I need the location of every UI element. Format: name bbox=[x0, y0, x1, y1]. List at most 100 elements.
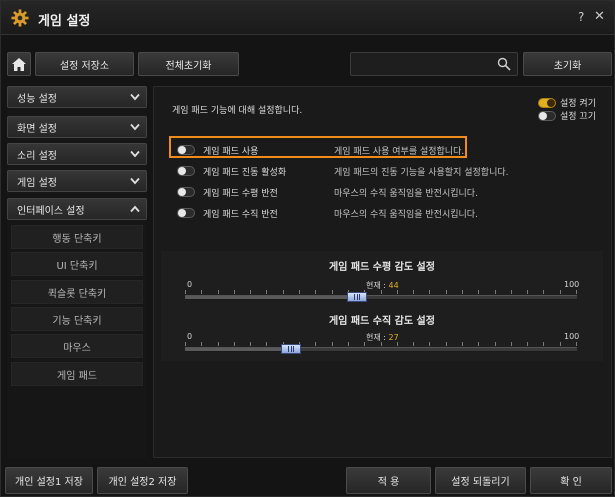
title-bar[interactable]: 게임 설정 ? ✕ bbox=[1, 1, 614, 35]
option-label: 게임 패드 수직 반전 bbox=[203, 210, 278, 220]
menu-label: 성능 설정 bbox=[17, 93, 57, 105]
slider-tick bbox=[381, 342, 382, 346]
slider-tick bbox=[250, 290, 251, 294]
slider-tick bbox=[397, 290, 398, 294]
slider-tick bbox=[462, 342, 463, 346]
slider-tick bbox=[332, 290, 333, 294]
slider-tick bbox=[299, 290, 300, 294]
sidebar: 성능 설정 화면 설정 소리 설정 게임 설정 인터페이스 설정 행동 단축키 … bbox=[7, 86, 147, 458]
slider-tick bbox=[560, 342, 561, 346]
slider-tick bbox=[543, 290, 544, 294]
track-fill bbox=[185, 348, 291, 351]
submenu-quickslot-hotkeys[interactable]: 퀵슬롯 단축키 bbox=[11, 280, 143, 304]
close-button[interactable]: ✕ bbox=[594, 9, 605, 24]
slider-tick bbox=[250, 342, 251, 346]
option-description: 마우스의 수직 움직임을 반전시킵니다. bbox=[334, 189, 478, 199]
settings-storage-button[interactable]: 설정 저장소 bbox=[35, 52, 134, 76]
slider-tick bbox=[348, 342, 349, 346]
menu-game[interactable]: 게임 설정 bbox=[7, 170, 147, 192]
submenu-ui-hotkeys[interactable]: UI 단축키 bbox=[11, 252, 143, 276]
current-label: 현재 : bbox=[366, 281, 389, 290]
chevron-up-icon bbox=[130, 205, 140, 213]
slider-tick bbox=[560, 290, 561, 294]
option-label: 게임 패드 진동 활성화 bbox=[203, 168, 287, 178]
slider-tick bbox=[381, 290, 382, 294]
gear-icon bbox=[11, 9, 29, 27]
confirm-button[interactable]: 확 인 bbox=[530, 467, 612, 494]
slider-tick bbox=[495, 290, 496, 294]
content-description: 게임 패드 기능에 대해 설정합니다. bbox=[172, 106, 303, 116]
option-gamepad-vibration: 게임 패드 진동 활성화 게임 패드의 진동 기능을 사용할지 설정합니다. bbox=[174, 162, 604, 180]
slider-tick bbox=[266, 342, 267, 346]
search-input[interactable] bbox=[355, 56, 495, 72]
slider-ticks bbox=[185, 290, 577, 296]
slider-tick bbox=[446, 290, 447, 294]
window-title: 게임 설정 bbox=[38, 14, 91, 29]
slider-tick bbox=[201, 290, 202, 294]
legend-off: 설정 끄기 bbox=[538, 109, 596, 122]
highlight-box bbox=[169, 136, 467, 158]
slider-tick bbox=[576, 290, 577, 294]
submenu-function-hotkeys[interactable]: 기능 단축키 bbox=[11, 307, 143, 331]
menu-sound[interactable]: 소리 설정 bbox=[7, 143, 147, 165]
apply-button[interactable]: 적 용 bbox=[346, 467, 431, 494]
reset-button[interactable]: 초기화 bbox=[523, 52, 612, 76]
slider-tick bbox=[315, 290, 316, 294]
home-button[interactable] bbox=[7, 52, 31, 76]
submenu-action-hotkeys[interactable]: 행동 단축키 bbox=[11, 225, 143, 249]
slider-tick bbox=[446, 342, 447, 346]
slider-tick bbox=[218, 290, 219, 294]
slider-tick bbox=[283, 290, 284, 294]
slider-max: 100 bbox=[564, 332, 580, 341]
slider-min: 0 bbox=[187, 280, 193, 289]
save-personal-2-button[interactable]: 개인 설정2 저장 bbox=[97, 467, 188, 494]
slider-max: 100 bbox=[564, 280, 580, 289]
gamepad-horizontal-invert-toggle[interactable] bbox=[177, 187, 195, 197]
reset-all-button[interactable]: 전체초기화 bbox=[138, 52, 239, 76]
slider-tick bbox=[576, 342, 577, 346]
current-value: 44 bbox=[388, 281, 399, 290]
slider-tick bbox=[543, 342, 544, 346]
gamepad-vibration-toggle[interactable] bbox=[177, 166, 195, 176]
slider-tick bbox=[201, 342, 202, 346]
slider-tick bbox=[478, 342, 479, 346]
legend-on: 설정 켜기 bbox=[538, 96, 596, 109]
slider-tick bbox=[185, 290, 186, 294]
slider-tick bbox=[495, 342, 496, 346]
menu-label: 화면 설정 bbox=[17, 123, 57, 135]
submenu-gamepad[interactable]: 게임 패드 bbox=[11, 362, 143, 386]
search-box[interactable] bbox=[350, 52, 518, 76]
menu-interface[interactable]: 인터페이스 설정 bbox=[7, 198, 147, 220]
slider-tick bbox=[332, 342, 333, 346]
slider-tick bbox=[364, 342, 365, 346]
option-description: 마우스의 수직 움직임을 반전시킵니다. bbox=[334, 210, 478, 220]
option-label: 게임 패드 수평 반전 bbox=[203, 189, 278, 199]
slider-tick bbox=[413, 290, 414, 294]
slider-tick bbox=[218, 342, 219, 346]
toggle-off-icon bbox=[538, 110, 556, 121]
menu-performance[interactable]: 성능 설정 bbox=[7, 86, 147, 108]
submenu-mouse[interactable]: 마우스 bbox=[11, 334, 143, 358]
settings-window: 게임 설정 ? ✕ 설정 저장소 전체초기화 초기화 성능 설정 화면 설정 소… bbox=[0, 0, 615, 497]
save-personal-1-button[interactable]: 개인 설정1 저장 bbox=[5, 467, 93, 494]
slider-tick bbox=[413, 342, 414, 346]
slider-tick bbox=[234, 342, 235, 346]
menu-label: 인터페이스 설정 bbox=[17, 205, 85, 217]
slider-tick bbox=[527, 290, 528, 294]
current-value: 27 bbox=[388, 333, 399, 342]
vertical-sensitivity-thumb[interactable] bbox=[281, 344, 301, 354]
slider-tick bbox=[429, 342, 430, 346]
slider-tick bbox=[511, 290, 512, 294]
current-label: 현재 : bbox=[366, 333, 389, 342]
grip-icon bbox=[288, 346, 294, 352]
track-fill bbox=[185, 296, 357, 299]
revert-settings-button[interactable]: 설정 되돌리기 bbox=[435, 467, 526, 494]
gamepad-vertical-invert-toggle[interactable] bbox=[177, 208, 195, 218]
menu-display[interactable]: 화면 설정 bbox=[7, 116, 147, 138]
search-icon[interactable] bbox=[497, 57, 511, 71]
sensitivity-panel: 게임 패드 수평 감도 설정 0 현재 : 44 100 게임 패드 수직 감도… bbox=[161, 251, 603, 361]
slider-tick bbox=[429, 290, 430, 294]
help-button[interactable]: ? bbox=[578, 10, 584, 24]
option-description: 게임 패드의 진동 기능을 사용할지 설정합니다. bbox=[334, 168, 509, 178]
horizontal-sensitivity-thumb[interactable] bbox=[347, 292, 367, 302]
